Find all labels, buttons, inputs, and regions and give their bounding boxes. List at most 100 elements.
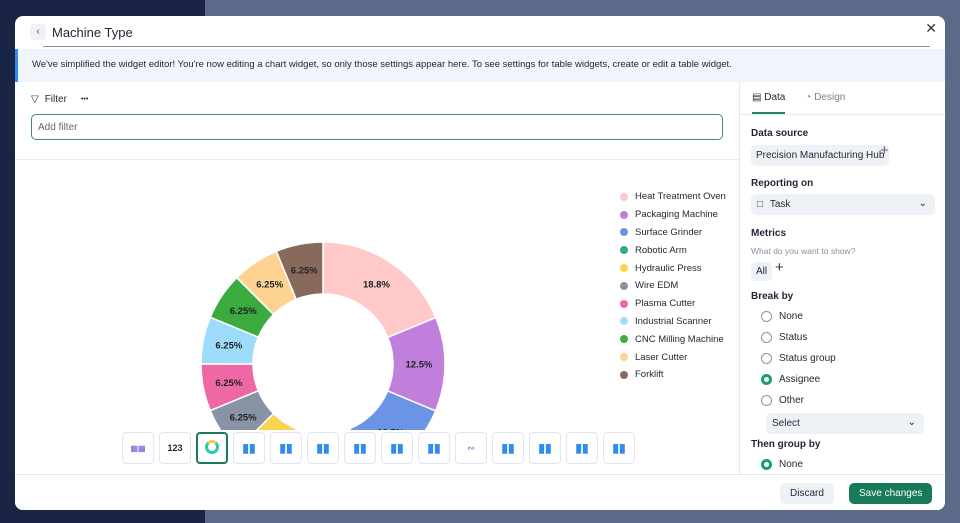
- break-by-other-radio[interactable]: Other: [761, 395, 804, 406]
- legend-label: Robotic Arm: [635, 244, 687, 256]
- table-chart-icon: ▦▦: [130, 444, 146, 453]
- add-data-source-icon[interactable]: +: [880, 142, 889, 159]
- horizontal-bar-chart-icon: ▮▮: [353, 441, 367, 455]
- task-icon: □: [757, 199, 764, 210]
- legend-item[interactable]: Hydraulic Press: [620, 259, 726, 277]
- legend-item[interactable]: Laser Cutter: [620, 348, 726, 366]
- chart-type-table-button[interactable]: ▦▦: [122, 432, 154, 464]
- chart-type-donut-button[interactable]: [196, 432, 228, 464]
- slice-label: 6.25%: [291, 265, 318, 276]
- chart-type-stacked-horizontal-bar-100-button[interactable]: ▮▮: [418, 432, 450, 464]
- legend-label: Plasma Cutter: [635, 298, 696, 310]
- legend-label: CNC Milling Machine: [635, 333, 724, 345]
- legend-label: Laser Cutter: [635, 351, 688, 363]
- chart-type-stacked-column-button[interactable]: ▮▮: [307, 432, 339, 464]
- metrics-hint: What do you want to show?: [751, 246, 856, 256]
- widget-editor-modal: ‹ Machine Type ✕ We've simplified the wi…: [15, 16, 945, 510]
- number-icon: 123: [167, 443, 183, 453]
- area-chart-icon: ▮▮: [538, 441, 552, 455]
- chart-type-stacked-area-100-button[interactable]: ▮▮: [603, 432, 635, 464]
- title-underline: [43, 46, 930, 47]
- chart-type-stacked-area-button[interactable]: ▮▮: [566, 432, 598, 464]
- chart-preview-area: ▽ Filter ••• Add filter 18.8% 12.5% 12.5% 1…: [15, 82, 739, 474]
- modal-footer: Discard Save changes: [15, 474, 945, 510]
- slice-label: 6.25%: [256, 280, 283, 291]
- legend-swatch: [620, 353, 628, 362]
- legend-item[interactable]: Wire EDM: [620, 277, 726, 295]
- then-group-none-radio[interactable]: None: [761, 459, 803, 470]
- chart-type-stacked-horizontal-bar-button[interactable]: ▮▮: [381, 432, 413, 464]
- stacked-area-100-chart-icon: ▮▮: [612, 441, 626, 455]
- legend-item[interactable]: CNC Milling Machine: [620, 330, 726, 348]
- legend-item[interactable]: Surface Grinder: [620, 224, 726, 242]
- chevron-down-icon: ⌄: [907, 417, 916, 428]
- legend-item[interactable]: Robotic Arm: [620, 241, 726, 259]
- stacked-horizontal-bar-chart-icon: ▮▮: [390, 441, 404, 455]
- legend-item[interactable]: Plasma Cutter: [620, 295, 726, 313]
- stacked-column-chart-icon: ▮▮: [316, 441, 330, 455]
- legend-label: Forklift: [635, 369, 664, 381]
- legend-item[interactable]: Industrial Scanner: [620, 313, 726, 331]
- legend-item[interactable]: Forklift: [620, 366, 726, 384]
- legend-swatch: [620, 246, 628, 255]
- legend-label: Surface Grinder: [635, 226, 703, 238]
- legend-label: Heat Treatment Oven: [635, 191, 726, 203]
- add-filter-input[interactable]: Add filter: [31, 114, 723, 140]
- chart-type-horizontal-bar-button[interactable]: ▮▮: [344, 432, 376, 464]
- legend-swatch: [620, 210, 628, 219]
- legend-swatch: [620, 264, 628, 273]
- filter-label: Filter: [44, 94, 67, 105]
- chart-legend: Heat Treatment Oven Packaging Machine Surf…: [620, 188, 726, 384]
- add-metric-icon[interactable]: +: [775, 259, 784, 276]
- break-by-none-radio[interactable]: None: [761, 311, 803, 322]
- legend-item[interactable]: Packaging Machine: [620, 206, 726, 224]
- chart-type-area-button[interactable]: ▮▮: [529, 432, 561, 464]
- save-changes-button[interactable]: Save changes: [849, 483, 933, 504]
- legend-label: Industrial Scanner: [635, 315, 712, 327]
- line-chart-icon: ∾: [467, 442, 475, 453]
- chart-type-column-100-button[interactable]: ▮▮: [492, 432, 524, 464]
- close-icon[interactable]: ✕: [925, 20, 937, 37]
- break-by-status-radio[interactable]: Status: [761, 332, 807, 343]
- legend-item[interactable]: Heat Treatment Oven: [620, 188, 726, 206]
- settings-panel: ▤ Data ◔ Design Data source Precision Ma…: [739, 82, 945, 474]
- reporting-on-label: Reporting on: [751, 178, 814, 189]
- legend-swatch: [620, 335, 628, 344]
- chart-type-stacked-bar-button[interactable]: ▮▮: [270, 432, 302, 464]
- filter-icon: ▽: [31, 94, 39, 105]
- legend-swatch: [620, 281, 628, 290]
- other-select[interactable]: Select ⌄: [766, 413, 924, 434]
- break-by-assignee-radio[interactable]: Assignee: [761, 374, 820, 385]
- widget-title[interactable]: Machine Type: [52, 25, 133, 40]
- stacked-bar-chart-icon: ▮▮: [279, 441, 293, 455]
- break-by-label: Break by: [751, 291, 794, 302]
- stacked-area-chart-icon: ▮▮: [575, 441, 589, 455]
- slice-label: 18.8%: [363, 280, 390, 291]
- donut-chart-icon: [205, 440, 219, 456]
- legend-label: Wire EDM: [635, 280, 679, 292]
- slice-label: 6.25%: [215, 341, 242, 352]
- legend-label: Packaging Machine: [635, 209, 718, 221]
- metrics-label: Metrics: [751, 228, 787, 239]
- slice-label: 12.5%: [377, 428, 404, 430]
- filter-button[interactable]: ▽ Filter •••: [31, 94, 88, 105]
- break-by-status-group-radio[interactable]: Status group: [761, 353, 836, 364]
- palette-icon: ◔: [805, 92, 812, 103]
- chart-type-bar-button[interactable]: ▮▮: [233, 432, 265, 464]
- chevron-down-icon: ⌄: [918, 198, 927, 209]
- more-options-button[interactable]: •••: [81, 96, 88, 103]
- legend-swatch: [620, 192, 628, 201]
- metric-chip-all[interactable]: All: [751, 262, 773, 281]
- divider: [740, 114, 945, 115]
- tab-design[interactable]: ◔ Design: [805, 92, 845, 114]
- slice-label: 6.25%: [215, 378, 242, 389]
- chevron-left-icon[interactable]: ‹: [30, 24, 46, 40]
- slice-label: 6.25%: [230, 413, 257, 424]
- tab-data[interactable]: ▤ Data: [752, 92, 786, 114]
- chart-type-number-button[interactable]: 123: [159, 432, 191, 464]
- info-banner: We've simplified the widget editor! You'…: [15, 49, 945, 82]
- discard-button[interactable]: Discard: [780, 483, 834, 504]
- data-source-chip[interactable]: Precision Manufacturing Hub: [751, 145, 890, 166]
- chart-type-line-button[interactable]: ∾: [455, 432, 487, 464]
- reporting-on-select[interactable]: □ Task ⌄: [751, 194, 935, 215]
